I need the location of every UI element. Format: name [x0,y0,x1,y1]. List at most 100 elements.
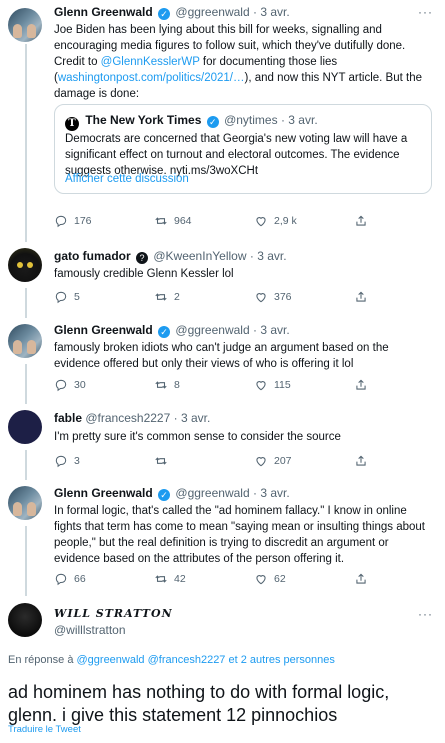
tweet-date[interactable]: 3 avr. [260,323,289,337]
tweet-header: Glenn Greenwald ✓ @ggreenwald · 3 avr. [54,323,290,338]
share-button[interactable] [354,214,368,228]
like-count: 115 [274,379,291,391]
heart-icon [256,381,266,391]
like-count: 62 [274,573,286,585]
share-icon [356,455,366,466]
quoted-author-name: The New York Times [85,113,202,127]
tweet-actions: 3 207 [54,454,384,470]
verified-icon: ✓ [158,489,171,501]
quoted-tweet-text: Democrats are concerned that Georgia's n… [65,133,408,177]
like-button[interactable]: 376 [254,290,292,304]
more-icon[interactable]: ··· [418,5,433,19]
like-count: 376 [274,291,292,303]
reply-button[interactable]: 176 [54,214,92,228]
tweet-date[interactable]: 3 avr. [181,411,210,425]
verified-icon: ✓ [158,8,171,20]
avatar[interactable] [8,248,42,282]
tweet-header: gato fumador ? @KweenInYellow · 3 avr. [54,249,287,264]
separator: · [280,113,285,127]
quoted-author-handle: @nytimes [224,113,278,127]
share-button[interactable] [354,454,368,468]
tweet-text: famously broken idiots who can't judge a… [54,342,389,370]
tweet-text: famously credible Glenn Kessler lol [54,268,234,280]
badge-icon: ? [136,252,149,264]
like-count: 207 [274,455,292,467]
tweet-actions: 30 8 115 [54,378,384,394]
author-handle[interactable]: @ggreenwald [175,5,249,19]
avatar[interactable] [8,8,42,42]
author-name[interactable]: Glenn Greenwald [54,486,153,500]
retweet-count: 2 [174,291,180,303]
tweet[interactable]: Glenn Greenwald ✓ @ggreenwald · 3 avr. ·… [0,0,445,240]
quoted-tweet-date: 3 avr. [288,113,318,127]
url-link[interactable]: washingtonpost.com/politics/2021/… [58,72,245,84]
separator: · [252,5,257,19]
reply-button[interactable]: 5 [54,290,80,304]
tweet[interactable]: gato fumador ? @KweenInYellow · 3 avr. f… [0,242,445,318]
author-name[interactable]: Glenn Greenwald [54,5,153,19]
quoted-tweet[interactable]: T The New York Times ✓ @nytimes · 3 avr.… [54,104,432,194]
separator: · [252,323,257,337]
reply-context: En réponse à @ggreenwald @francesh2227 e… [8,654,335,666]
retweet-button[interactable]: 2 [154,290,180,304]
author-handle[interactable]: @francesh2227 [85,411,170,425]
author-handle[interactable]: @willlstratton [54,623,126,637]
retweet-icon [155,293,167,301]
tweet-date[interactable]: 3 avr. [260,486,289,500]
author-name[interactable]: fable [54,411,82,425]
separator: · [173,411,178,425]
tweet-header: Glenn Greenwald ✓ @ggreenwald · 3 avr. [54,486,290,501]
reply-count: 3 [74,455,80,467]
retweet-button[interactable] [154,454,174,468]
tweet-header: fable @francesh2227 · 3 avr. [54,411,210,425]
retweet-count: 964 [174,215,192,227]
heart-icon [256,293,266,303]
retweet-button[interactable]: 42 [154,572,186,586]
tweet-actions: 176 964 2,9 k [54,214,384,230]
like-button[interactable]: 62 [254,572,286,586]
retweet-button[interactable]: 964 [154,214,192,228]
avatar[interactable] [8,603,42,637]
retweet-icon [155,575,167,583]
avatar[interactable] [8,324,42,358]
tweet-text: In formal logic, that's called the "ad h… [54,505,426,565]
share-button[interactable] [354,290,368,304]
author-name[interactable]: gato fumador [54,249,131,263]
more-icon[interactable]: ··· [418,607,433,621]
like-button[interactable]: 115 [254,378,291,392]
author-handle[interactable]: @ggreenwald [175,323,249,337]
verified-icon: ✓ [206,116,219,128]
tweet-actions: 66 42 62 [54,572,384,588]
avatar[interactable] [8,486,42,520]
share-button[interactable] [354,378,368,392]
author-handle[interactable]: @ggreenwald [175,486,249,500]
reply-button[interactable]: 3 [54,454,80,468]
reply-others-link[interactable]: et 2 autres personnes [229,654,335,666]
show-thread-link[interactable]: Afficher cette discussion [65,173,189,185]
like-button[interactable]: 2,9 k [254,214,297,228]
author-name[interactable]: Glenn Greenwald [54,323,153,337]
tweet-date[interactable]: 3 avr. [260,5,289,19]
like-button[interactable]: 207 [254,454,292,468]
tweet[interactable]: fable @francesh2227 · 3 avr. I'm pretty … [0,404,445,480]
author-name[interactable]: WILL STRATTON [54,607,173,620]
author-handle[interactable]: @KweenInYellow [153,249,246,263]
heart-icon [256,217,266,227]
retweet-count: 8 [174,379,180,391]
avatar[interactable] [8,410,42,444]
reply-button[interactable]: 66 [54,572,86,586]
reply-button[interactable]: 30 [54,378,86,392]
reply-count: 30 [74,379,86,391]
retweet-button[interactable]: 8 [154,378,180,392]
share-button[interactable] [354,572,368,586]
tweet[interactable]: Glenn Greenwald ✓ @ggreenwald · 3 avr. I… [0,480,445,596]
reply-users-link[interactable]: @ggreenwald @francesh2227 [77,654,226,666]
tweet-date[interactable]: 3 avr. [257,249,286,263]
share-icon [356,379,366,390]
retweet-icon [155,457,167,465]
mention-link[interactable]: @GlennKesslerWP [101,56,200,68]
translate-link[interactable]: Traduire le Tweet [8,724,81,735]
share-icon [356,215,366,226]
tweet[interactable]: Glenn Greenwald ✓ @ggreenwald · 3 avr. f… [0,318,445,404]
reply-icon [55,379,67,392]
